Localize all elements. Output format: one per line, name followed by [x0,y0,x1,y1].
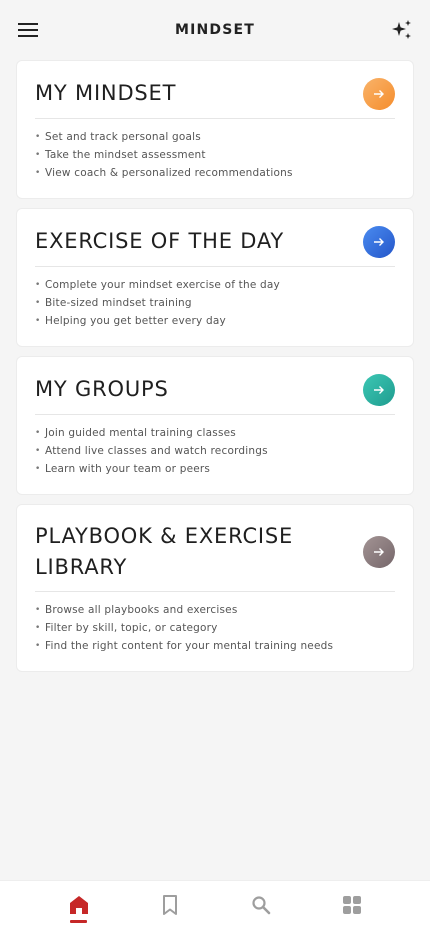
card-title: MY MINDSET [35,81,177,105]
active-indicator [70,920,87,923]
card-playbook-library[interactable]: PLAYBOOK & EXERCISE LIBRARY • Browse all … [16,504,414,672]
bookmark-icon [162,894,178,920]
arrow-right-icon[interactable] [363,225,395,258]
list-item: • Learn with your team or peers [35,463,211,475]
card-header: PLAYBOOK & EXERCISE LIBRARY [35,521,395,592]
arrow-right-icon[interactable] [363,77,395,110]
card-header: MY MINDSET [35,77,395,119]
list-item: • Join guided mental training classes [35,427,236,439]
card-title: EXERCISE OF THE DAY [35,229,285,253]
card-my-mindset[interactable]: MY MINDSET • Set and track personal goals… [16,60,414,199]
home-icon [69,895,89,920]
menu-icon[interactable] [14,18,42,42]
nav-bookmarks[interactable] [124,881,215,932]
nav-browse[interactable] [306,881,397,932]
card-my-groups[interactable]: MY GROUPS • Join guided mental training c… [16,356,414,495]
list-item: • Find the right content for your mental … [35,640,334,652]
card-header: EXERCISE OF THE DAY [35,225,395,267]
list-item: • Bite-sized mindset training [35,297,192,309]
list-item: • Attend live classes and watch recording… [35,445,268,457]
list-item: • View coach & personalized recommendatio… [35,167,293,179]
card-title: MY GROUPS [35,377,169,401]
arrow-right-icon[interactable] [363,373,395,406]
list-item: • Browse all playbooks and exercises [35,604,238,616]
list-item: • Filter by skill, topic, or category [35,622,218,634]
bottom-nav [0,880,430,932]
nav-home[interactable] [33,881,124,932]
list-item: • Helping you get better every day [35,315,226,327]
card-exercise-of-the-day[interactable]: EXERCISE OF THE DAY • Complete your minds… [16,208,414,347]
page-title: MINDSET [174,22,256,38]
nav-search[interactable] [215,881,306,932]
card-bullets: • Complete your mindset exercise of the d… [35,267,395,330]
app-bar: MINDSET [0,0,430,60]
list-item: • Complete your mindset exercise of the d… [35,279,280,291]
card-header: MY GROUPS [35,373,395,415]
sparkle-icon[interactable] [388,16,416,44]
arrow-right-icon[interactable] [363,536,395,568]
card-list: MY MINDSET • Set and track personal goals… [16,60,414,681]
list-item: • Set and track personal goals [35,131,201,143]
card-bullets: • Set and track personal goals • Take the … [35,119,395,182]
card-bullets: • Browse all playbooks and exercises • Fil… [35,592,395,655]
grid-icon [342,895,362,920]
card-bullets: • Join guided mental training classes • At… [35,415,395,478]
search-icon [251,895,271,920]
card-title: PLAYBOOK & EXERCISE LIBRARY [35,524,294,579]
list-item: • Take the mindset assessment [35,149,206,161]
